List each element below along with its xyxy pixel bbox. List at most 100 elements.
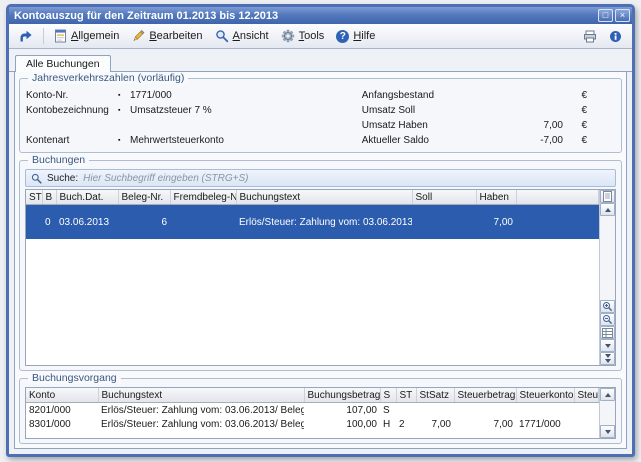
col-buchungsbetrag[interactable]: Buchungsbetrag bbox=[304, 388, 380, 403]
cell-steuerkonto1 bbox=[516, 403, 574, 418]
double-arrow-down-icon bbox=[605, 354, 611, 363]
konto-nr-value: 1771/000 bbox=[130, 90, 172, 101]
menu-allgemein[interactable]: Allgemein bbox=[49, 28, 124, 44]
currency-symbol: € bbox=[563, 90, 587, 101]
cell-s: H bbox=[380, 417, 396, 431]
bookings-table: ST B Buch.Dat. Beleg-Nr. Fremdbeleg-Nr. … bbox=[26, 190, 599, 365]
goto-arrow-icon bbox=[19, 29, 33, 43]
scroll-down-button[interactable] bbox=[600, 425, 615, 438]
bullet-icon: ▪ bbox=[118, 137, 130, 144]
col-haben[interactable]: Haben bbox=[476, 190, 516, 205]
help-icon: ? bbox=[336, 30, 349, 43]
col-steuerkonto1[interactable]: Steuerkonto 1 bbox=[516, 388, 574, 403]
scroll-up-button[interactable] bbox=[600, 203, 615, 216]
form-icon bbox=[54, 29, 67, 43]
umsatz-haben-label: Umsatz Haben bbox=[362, 120, 472, 131]
col-st[interactable]: ST bbox=[26, 190, 42, 205]
menu-tools[interactable]: Tools bbox=[276, 28, 330, 44]
restore-icon: □ bbox=[603, 10, 608, 20]
group-jahresverkehrszahlen: Jahresverkehrszahlen (vorläufig) Konto-N… bbox=[19, 78, 622, 153]
cell-haben: 7,00 bbox=[476, 205, 516, 240]
pencil-icon bbox=[131, 29, 145, 43]
col-soll[interactable]: Soll bbox=[412, 190, 476, 205]
print-button[interactable] bbox=[578, 29, 602, 44]
search-input[interactable]: Suche: Hier Suchbegriff eingeben (STRG+S… bbox=[25, 169, 616, 187]
scrollbar-track[interactable] bbox=[600, 401, 615, 425]
empty-row bbox=[26, 118, 362, 133]
anfangsbestand-label: Anfangsbestand bbox=[362, 90, 472, 101]
cell-buchungstext: Erlös/Steuer: Zahlung vom: 03.06.2013/ B… bbox=[98, 403, 304, 418]
cell-steuerkonto2 bbox=[574, 417, 599, 431]
col-steuerbetrag[interactable]: Steuerbetrag bbox=[454, 388, 516, 403]
window-title: Kontoauszug für den Zeitraum 01.2013 bis… bbox=[14, 10, 596, 22]
col-buchdat[interactable]: Buch.Dat. bbox=[56, 190, 118, 205]
col-stsatz[interactable]: StSatz bbox=[416, 388, 454, 403]
booking-row[interactable]: 0 03.06.2013 6 Erlös/Steuer: Zahlung vom… bbox=[26, 205, 599, 240]
vorgang-row[interactable]: 8201/000 Erlös/Steuer: Zahlung vom: 03.0… bbox=[26, 403, 599, 418]
empty-rows-area bbox=[26, 239, 599, 365]
currency-symbol: € bbox=[563, 105, 587, 116]
menu-ansicht-label: Ansicht bbox=[233, 30, 269, 42]
col-fremdbelegnr[interactable]: Fremdbeleg-Nr. bbox=[170, 190, 236, 205]
grid-view-button[interactable] bbox=[600, 326, 615, 339]
cell-konto: 8201/000 bbox=[26, 403, 98, 418]
cell-steuerkonto1: 1771/000 bbox=[516, 417, 574, 431]
vorgang-table: Konto Buchungstext Buchungsbetrag S ST S… bbox=[26, 388, 599, 438]
arrow-down-icon bbox=[605, 430, 611, 434]
umsatz-soll-label: Umsatz Soll bbox=[362, 105, 472, 116]
menu-ansicht[interactable]: Ansicht bbox=[210, 28, 274, 44]
menu-bearbeiten[interactable]: Bearbeiten bbox=[126, 28, 207, 44]
info-icon bbox=[609, 30, 622, 43]
search-icon bbox=[31, 173, 42, 184]
goto-button[interactable] bbox=[14, 28, 38, 44]
close-button[interactable]: × bbox=[615, 9, 630, 22]
col-belegnr[interactable]: Beleg-Nr. bbox=[118, 190, 170, 205]
search-label: Suche: bbox=[47, 173, 78, 184]
cell-buchungstext: Erlös/Steuer: Zahlung vom: 03.06.2013/ B… bbox=[236, 205, 412, 240]
kontenart-label: Kontenart bbox=[26, 135, 118, 146]
col-b[interactable]: B bbox=[42, 190, 56, 205]
tabstrip: Alle Buchungen bbox=[9, 53, 632, 72]
zoom-in-button[interactable] bbox=[600, 300, 615, 313]
col-buchungstext[interactable]: Buchungstext bbox=[236, 190, 412, 205]
scrollbar-track[interactable] bbox=[600, 216, 615, 300]
tab-alle-buchungen[interactable]: Alle Buchungen bbox=[15, 55, 111, 72]
arrow-down-icon bbox=[605, 344, 611, 348]
bullet-icon: ▪ bbox=[118, 92, 130, 99]
cell-stsatz: 7,00 bbox=[416, 417, 454, 431]
col-s[interactable]: S bbox=[380, 388, 396, 403]
booking-row-icon-cell bbox=[26, 205, 42, 240]
cell-b: 0 bbox=[42, 205, 56, 240]
zoom-out-button[interactable] bbox=[600, 313, 615, 326]
scroll-down-button[interactable] bbox=[600, 339, 615, 352]
titlebar[interactable]: Kontoauszug für den Zeitraum 01.2013 bis… bbox=[9, 7, 632, 24]
col-buchungstext[interactable]: Buchungstext bbox=[98, 388, 304, 403]
vorgang-row[interactable]: 8301/000 Erlös/Steuer: Zahlung vom: 03.0… bbox=[26, 417, 599, 431]
col-st[interactable]: ST bbox=[396, 388, 416, 403]
arrow-up-icon bbox=[605, 208, 611, 212]
print-icon bbox=[583, 30, 597, 43]
scroll-up-button[interactable] bbox=[600, 388, 615, 401]
grid-icon bbox=[602, 328, 613, 338]
cell-s: S bbox=[380, 403, 396, 418]
column-options-button[interactable] bbox=[600, 190, 615, 203]
col-steuerkonto2[interactable]: Steuerkonto 2 bbox=[574, 388, 599, 403]
group-title: Buchungen bbox=[28, 154, 89, 166]
currency-symbol: € bbox=[563, 135, 587, 146]
cell-st bbox=[396, 403, 416, 418]
toolbar: Allgemein Bearbeiten Ansicht Tools ? Hil… bbox=[9, 24, 632, 49]
restore-button[interactable]: □ bbox=[598, 9, 613, 22]
info-button[interactable] bbox=[604, 29, 627, 44]
currency-symbol: € bbox=[563, 120, 587, 131]
col-konto[interactable]: Konto bbox=[26, 388, 98, 403]
group-buchungen: Buchungen Suche: Hier Suchbegriff eingeb… bbox=[19, 160, 622, 371]
menu-bearbeiten-label: Bearbeiten bbox=[149, 30, 202, 42]
page-down-button[interactable] bbox=[600, 352, 615, 365]
arrow-up-icon bbox=[605, 393, 611, 397]
zoom-in-icon bbox=[602, 301, 613, 312]
close-icon: × bbox=[620, 10, 625, 20]
menu-allgemein-label: Allgemein bbox=[71, 30, 119, 42]
summary-grid: Konto-Nr. ▪ 1771/000 Kontobezeichnung ▪ … bbox=[26, 88, 615, 148]
aktueller-saldo-label: Aktueller Saldo bbox=[362, 135, 472, 146]
menu-hilfe[interactable]: ? Hilfe bbox=[331, 29, 380, 44]
